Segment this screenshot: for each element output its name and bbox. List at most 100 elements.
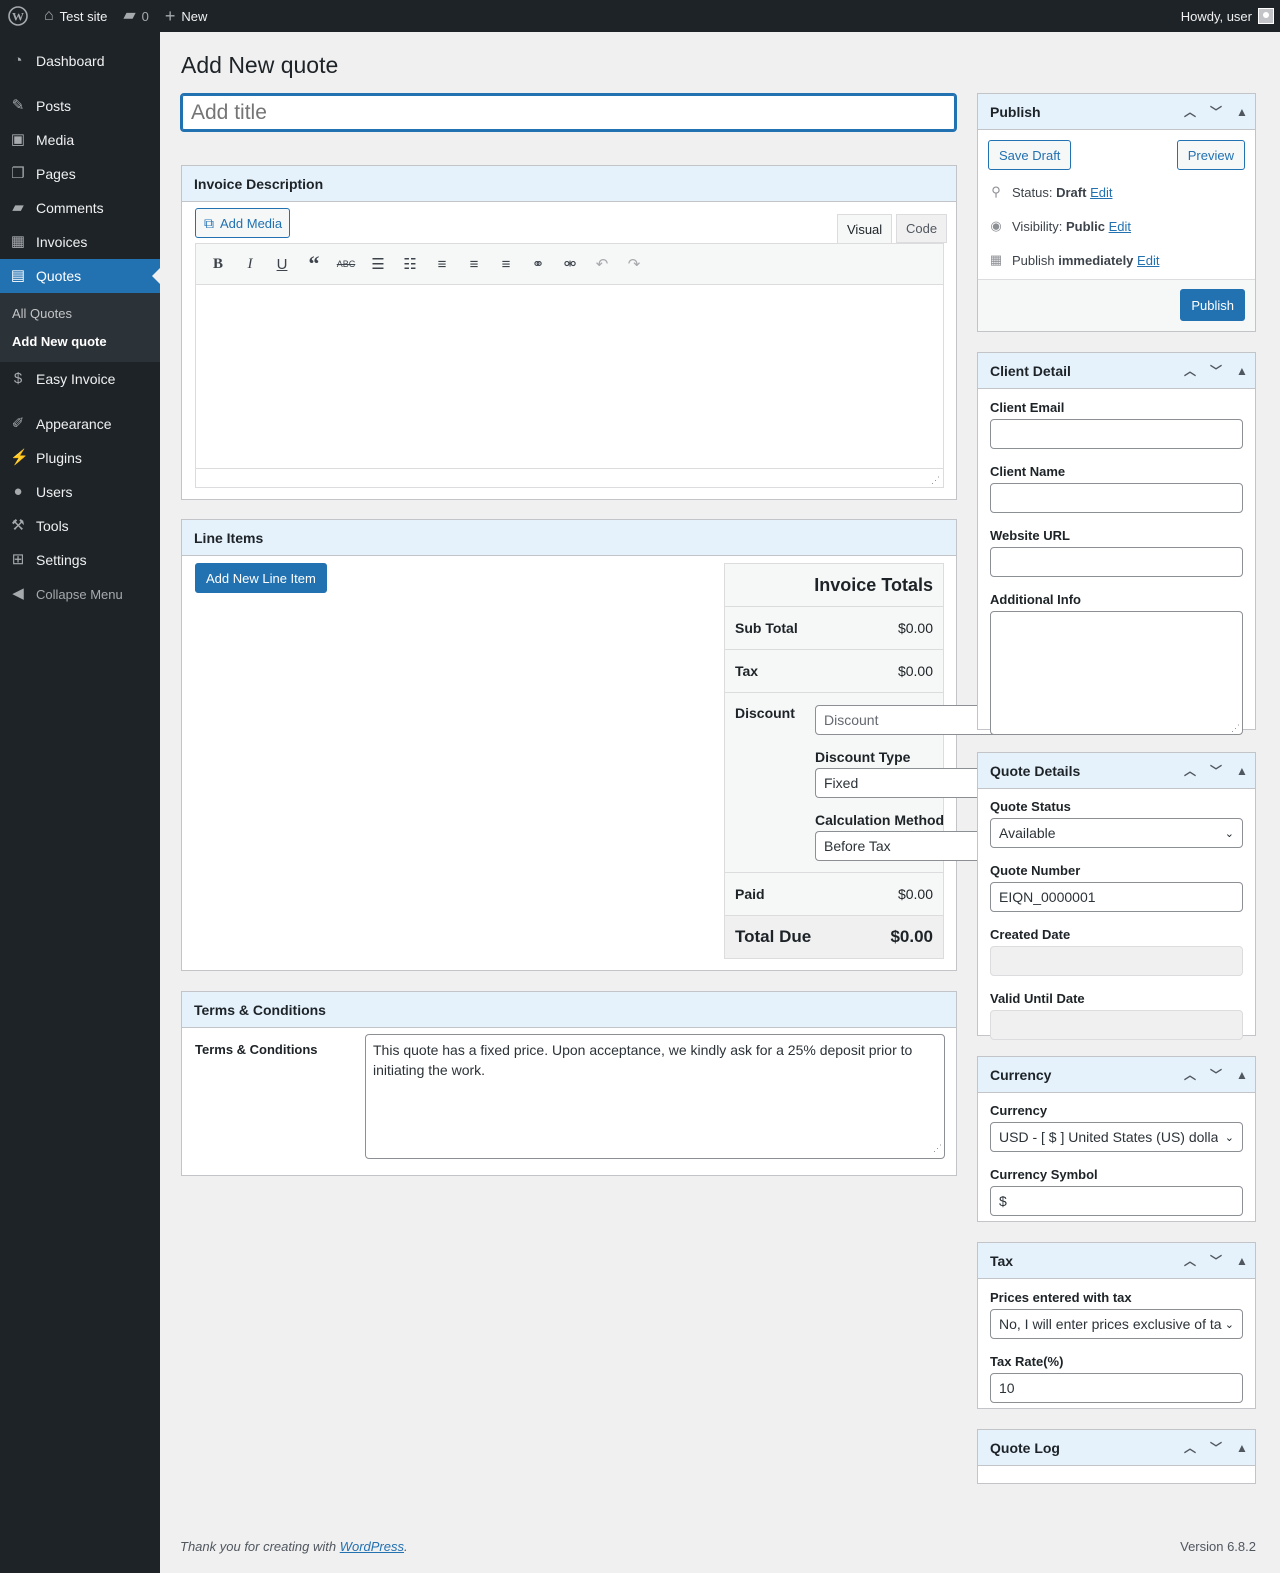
eye-icon: ◉ bbox=[990, 218, 1002, 233]
toggle-panel-icon[interactable]: ▲ bbox=[1229, 1441, 1255, 1455]
toggle-panel-icon[interactable]: ▲ bbox=[1229, 105, 1255, 119]
toggle-panel-icon[interactable]: ▲ bbox=[1229, 1068, 1255, 1082]
move-down-icon[interactable]: ﹀ bbox=[1203, 1066, 1229, 1083]
publish-button[interactable]: Publish bbox=[1180, 289, 1245, 321]
move-down-icon[interactable]: ﹀ bbox=[1203, 1439, 1229, 1456]
prices-with-tax-select[interactable]: No, I will enter prices exclusive of ta ⌄ bbox=[990, 1309, 1243, 1339]
move-up-icon[interactable]: ︿ bbox=[1177, 103, 1203, 120]
align-right-button[interactable]: ≡ bbox=[490, 248, 522, 280]
collapse-menu-button[interactable]: ◀ Collapse Menu bbox=[0, 577, 160, 611]
website-url-input[interactable] bbox=[990, 547, 1243, 577]
move-down-icon[interactable]: ﹀ bbox=[1203, 762, 1229, 779]
sidebar-item-plugins[interactable]: ⚡ Plugins bbox=[0, 441, 160, 475]
toggle-panel-icon[interactable]: ▲ bbox=[1229, 1254, 1255, 1268]
add-line-item-button[interactable]: Add New Line Item bbox=[195, 563, 327, 593]
move-down-icon[interactable]: ﹀ bbox=[1203, 103, 1229, 120]
quote-number-input[interactable]: EIQN_0000001 bbox=[990, 882, 1243, 912]
new-content-link[interactable]: + New bbox=[157, 0, 216, 32]
sidebar-item-label: Comments bbox=[36, 200, 104, 216]
save-draft-button[interactable]: Save Draft bbox=[988, 140, 1072, 170]
sidebar-item-comments[interactable]: ▰ Comments bbox=[0, 191, 160, 225]
plus-icon: + bbox=[164, 6, 176, 26]
calc-method-select[interactable]: Before Tax bbox=[815, 831, 978, 861]
toggle-panel-icon[interactable]: ▲ bbox=[1229, 364, 1255, 378]
account-menu[interactable]: Howdy, user bbox=[1173, 0, 1280, 32]
client-name-input[interactable] bbox=[990, 483, 1243, 513]
resize-handle-icon[interactable]: ⋰ bbox=[933, 1138, 942, 1158]
sidebar-item-posts[interactable]: ✎ Posts bbox=[0, 89, 160, 123]
subtotal-label: Sub Total bbox=[735, 620, 798, 636]
move-up-icon[interactable]: ︿ bbox=[1177, 1439, 1203, 1456]
tax-row: Tax $0.00 bbox=[725, 650, 943, 693]
bullet-list-button[interactable]: ☰ bbox=[362, 248, 394, 280]
editor-content-area[interactable] bbox=[195, 285, 944, 469]
currency-symbol-label: Currency Symbol bbox=[990, 1167, 1098, 1182]
move-up-icon[interactable]: ︿ bbox=[1177, 1252, 1203, 1269]
sidebar-item-dashboard[interactable]: ◔ Dashboard bbox=[0, 44, 160, 78]
comments-link[interactable]: ▰ 0 bbox=[115, 0, 157, 32]
invoice-description-header: Invoice Description bbox=[182, 166, 956, 202]
italic-button[interactable]: I bbox=[234, 248, 266, 280]
move-down-icon[interactable]: ﹀ bbox=[1203, 362, 1229, 379]
sidebar-item-media[interactable]: ▣ Media bbox=[0, 123, 160, 157]
additional-info-textarea[interactable]: ⋰ bbox=[990, 611, 1243, 735]
move-up-icon[interactable]: ︿ bbox=[1177, 1066, 1203, 1083]
numbered-list-button[interactable]: ☷ bbox=[394, 248, 426, 280]
unlink-icon[interactable]: ⚮ bbox=[554, 248, 586, 280]
bold-button[interactable]: B bbox=[202, 248, 234, 280]
resize-handle-icon[interactable]: ⋰ bbox=[1231, 723, 1240, 734]
schedule-edit-link[interactable]: Edit bbox=[1137, 253, 1159, 268]
sidebar-item-tools[interactable]: ⚒ Tools bbox=[0, 509, 160, 543]
editor-toolbar: B I U “ ABC ☰ ☷ ≡ ≡ ≡ ⚭ ⚮ ↶ ↷ bbox=[195, 243, 944, 285]
currency-symbol-input[interactable]: $ bbox=[990, 1186, 1243, 1216]
wordpress-logo-icon[interactable]: W bbox=[0, 0, 36, 32]
box-title: Client Detail bbox=[990, 362, 1071, 379]
underline-button[interactable]: U bbox=[266, 248, 298, 280]
align-center-button[interactable]: ≡ bbox=[458, 248, 490, 280]
undo-icon[interactable]: ↶ bbox=[586, 248, 618, 280]
add-media-button[interactable]: ⧉ Add Media bbox=[195, 208, 291, 238]
toggle-panel-icon[interactable]: ▲ bbox=[1229, 764, 1255, 778]
tab-code[interactable]: Code bbox=[896, 214, 948, 243]
sidebar-item-quotes[interactable]: ▤ Quotes bbox=[0, 259, 160, 293]
client-email-input[interactable] bbox=[990, 419, 1243, 449]
blockquote-button[interactable]: “ bbox=[298, 248, 330, 280]
invoice-totals-heading: Invoice Totals bbox=[725, 564, 943, 607]
move-down-icon[interactable]: ﹀ bbox=[1203, 1252, 1229, 1269]
title-input[interactable] bbox=[180, 93, 957, 132]
sidebar-item-appearance[interactable]: ✐ Appearance bbox=[0, 407, 160, 441]
tab-visual[interactable]: Visual bbox=[837, 214, 893, 244]
align-left-button[interactable]: ≡ bbox=[426, 248, 458, 280]
submenu-add-new-quote[interactable]: Add New quote bbox=[0, 328, 160, 356]
discount-type-select[interactable]: Fixed bbox=[815, 768, 978, 798]
paid-row: Paid $0.00 bbox=[725, 873, 943, 916]
quote-status-select[interactable]: Available ⌄ bbox=[990, 818, 1243, 848]
status-edit-link[interactable]: Edit bbox=[1090, 185, 1112, 200]
sidebar-item-pages[interactable]: ❐ Pages bbox=[0, 157, 160, 191]
terms-textarea[interactable]: This quote has a fixed price. Upon accep… bbox=[365, 1034, 945, 1159]
move-up-icon[interactable]: ︿ bbox=[1177, 362, 1203, 379]
strikethrough-button[interactable]: ABC bbox=[330, 248, 362, 280]
preview-button[interactable]: Preview bbox=[1176, 140, 1245, 170]
created-date-input[interactable] bbox=[990, 946, 1243, 976]
visibility-edit-link[interactable]: Edit bbox=[1109, 219, 1131, 234]
sidebar-item-invoices[interactable]: ▦ Invoices bbox=[0, 225, 160, 259]
sidebar-item-users[interactable]: ● Users bbox=[0, 475, 160, 509]
tax-rate-input[interactable]: 10 bbox=[990, 1373, 1243, 1403]
tax-value: $0.00 bbox=[897, 663, 933, 679]
currency-select[interactable]: USD - [ $ ] United States (US) dolla ⌄ bbox=[990, 1122, 1243, 1152]
redo-icon[interactable]: ↷ bbox=[618, 248, 650, 280]
sidebar-item-easy-invoice[interactable]: $ Easy Invoice bbox=[0, 362, 160, 396]
resize-handle-icon[interactable]: ⋰ bbox=[931, 475, 940, 486]
box-controls: ︿ ﹀ ▲ bbox=[1177, 1430, 1255, 1466]
submenu-all-quotes[interactable]: All Quotes bbox=[0, 300, 160, 328]
valid-until-input[interactable] bbox=[990, 1010, 1243, 1040]
client-detail-box: Client Detail ︿ ﹀ ▲ Client Email Client Na… bbox=[977, 352, 1256, 735]
footer-thanks: Thank you for creating with WordPress. bbox=[180, 1539, 408, 1554]
link-icon[interactable]: ⚭ bbox=[522, 248, 554, 280]
sidebar-item-settings[interactable]: ⊞ Settings bbox=[0, 543, 160, 577]
wordpress-link[interactable]: WordPress bbox=[340, 1539, 404, 1554]
move-up-icon[interactable]: ︿ bbox=[1177, 762, 1203, 779]
site-name-link[interactable]: ⌂ Test site bbox=[36, 0, 115, 32]
collapse-label: Collapse Menu bbox=[36, 586, 123, 602]
